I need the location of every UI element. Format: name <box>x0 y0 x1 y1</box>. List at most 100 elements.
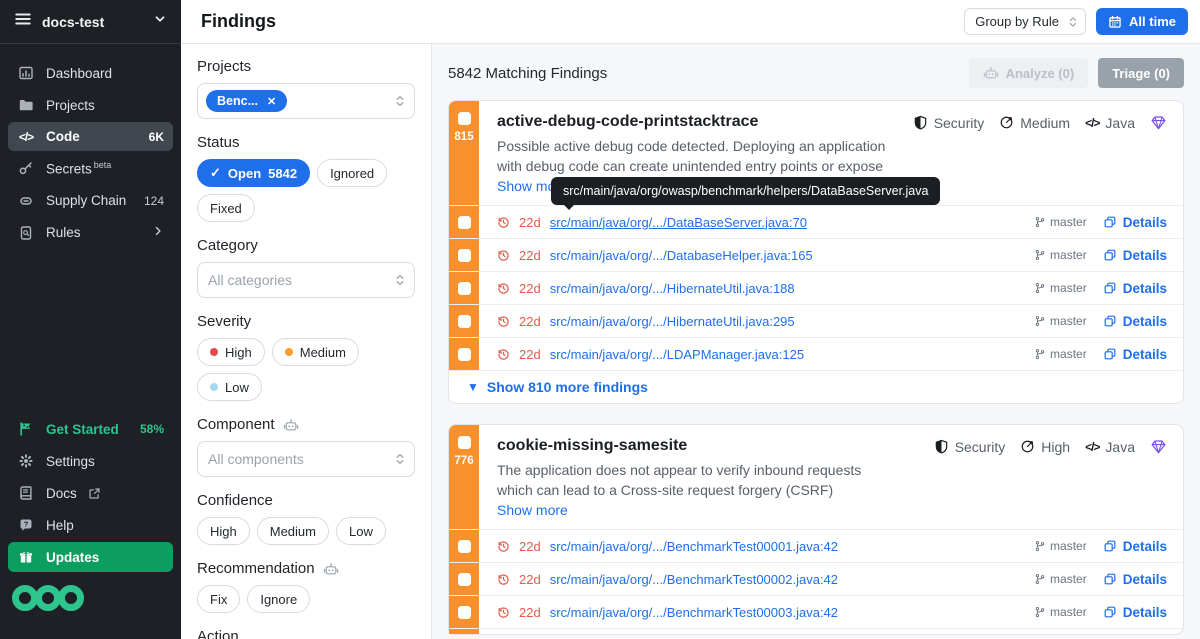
code-icon: </> <box>1085 116 1099 130</box>
show-more-findings[interactable]: ▼ Show 810 more findings <box>449 370 1183 403</box>
finding-path-link[interactable]: src/main/java/org/.../LDAPManager.java:1… <box>550 347 804 362</box>
finding-path-link[interactable]: src/main/java/org/.../BenchmarkTest00001… <box>550 539 838 554</box>
details-panel-icon <box>1103 539 1117 553</box>
confidence-high-pill[interactable]: High <box>197 517 250 545</box>
finding-path-link[interactable]: src/main/java/org/.../BenchmarkTest00002… <box>550 572 838 587</box>
medium-dot <box>285 348 293 356</box>
details-link[interactable]: Details <box>1103 572 1167 587</box>
finding-path-link[interactable]: src/main/java/org/.../BenchmarkTest00003… <box>550 605 838 620</box>
details-link[interactable]: Details <box>1103 314 1167 329</box>
gem-icon[interactable] <box>1150 114 1167 131</box>
sidebar-item-updates[interactable]: Updates <box>8 542 173 572</box>
details-link[interactable]: Details <box>1103 605 1167 620</box>
row-checkbox[interactable] <box>458 606 471 619</box>
confidence-low-pill[interactable]: Low <box>336 517 386 545</box>
finding-row: 22d src/main/java/org/.../HibernateUtil.… <box>449 271 1183 304</box>
finding-path-link[interactable]: src/main/java/org/.../HibernateUtil.java… <box>550 281 795 296</box>
severity-tag: High <box>1020 439 1070 455</box>
gem-icon[interactable] <box>1150 438 1167 455</box>
sidebar-item-help[interactable]: ? Help <box>8 510 173 540</box>
details-link[interactable]: Details <box>1103 347 1167 362</box>
sidebar-item-rules[interactable]: Rules <box>8 218 173 248</box>
findings-toolbar: 5842 Matching Findings Analyze (0) Triag… <box>448 58 1184 88</box>
status-fixed-pill[interactable]: Fixed <box>197 194 255 222</box>
component-select[interactable]: All components <box>197 441 415 477</box>
row-checkbox[interactable] <box>458 573 471 586</box>
sidebar-item-label: Docs <box>46 486 77 501</box>
filter-status: Status ✓ Open 5842 Ignored Fixed <box>197 134 415 222</box>
severity-low-pill[interactable]: Low <box>197 373 262 401</box>
status-open-pill[interactable]: ✓ Open 5842 <box>197 159 310 187</box>
org-name[interactable]: docs-test <box>42 14 104 30</box>
filter-heading: Action <box>197 628 415 639</box>
sidebar-item-dashboard[interactable]: Dashboard <box>8 58 173 88</box>
age-label: 22d <box>519 215 541 230</box>
severity-gauge-icon <box>1020 439 1035 454</box>
triage-button[interactable]: Triage (0) <box>1098 58 1184 88</box>
show-more-link[interactable]: Show more <box>497 500 568 521</box>
finding-card: 776 cookie-missing-samesite <box>448 424 1184 635</box>
sidebar-item-docs[interactable]: Docs <box>8 478 173 508</box>
hamburger-menu-icon[interactable] <box>14 10 32 33</box>
sidebar-item-code[interactable]: </> Code 6K <box>8 122 173 151</box>
row-checkbox[interactable] <box>458 348 471 361</box>
details-link[interactable]: Details <box>1103 248 1167 263</box>
all-time-button[interactable]: All time <box>1096 8 1188 35</box>
finding-path-link[interactable]: src/main/java/org/.../HibernateUtil.java… <box>550 314 795 329</box>
sidebar-item-get-started[interactable]: Get Started 58% <box>8 414 173 444</box>
supply-chain-count-badge: 124 <box>144 194 164 208</box>
details-link[interactable]: Details <box>1103 215 1167 230</box>
filter-heading: Category <box>197 237 415 254</box>
history-icon <box>497 315 510 328</box>
recommendation-fix-pill[interactable]: Fix <box>197 585 240 613</box>
project-chip[interactable]: Benc... ✕ <box>206 90 287 112</box>
confidence-medium-pill[interactable]: Medium <box>257 517 329 545</box>
status-ignored-pill[interactable]: Ignored <box>317 159 387 187</box>
analyze-button[interactable]: Analyze (0) <box>969 58 1089 88</box>
severity-medium-pill[interactable]: Medium <box>272 338 359 366</box>
all-time-label: All time <box>1129 14 1176 29</box>
findings-main: 5842 Matching Findings Analyze (0) Triag… <box>432 44 1200 639</box>
sidebar-item-settings[interactable]: Settings <box>8 446 173 476</box>
rule-title: active-debug-code-printstacktrace <box>497 113 758 131</box>
category-select[interactable]: All categories <box>197 262 415 298</box>
history-icon <box>497 249 510 262</box>
row-checkbox[interactable] <box>458 315 471 328</box>
recommendation-ignore-pill[interactable]: Ignore <box>247 585 310 613</box>
filters-panel: Projects Benc... ✕ Status <box>181 44 432 639</box>
group-by-select[interactable]: Group by Rule <box>964 8 1086 35</box>
finding-path-link[interactable]: src/main/java/org/.../DatabaseHelper.jav… <box>550 248 813 263</box>
chevron-down-icon[interactable] <box>153 12 167 31</box>
finding-row: 22d src/main/java/org/.../DataBaseServer… <box>449 205 1183 238</box>
filter-category: Category All categories <box>197 237 415 298</box>
sidebar-item-projects[interactable]: Projects <box>8 90 173 120</box>
sidebar-item-supply-chain[interactable]: Supply Chain 124 <box>8 186 173 216</box>
age-label: 22d <box>519 281 541 296</box>
sidebar-item-secrets[interactable]: Secretsbeta <box>8 153 173 184</box>
language-tag: </> Java <box>1085 439 1135 455</box>
code-icon: </> <box>17 130 35 144</box>
chip-remove-icon[interactable]: ✕ <box>267 95 276 108</box>
git-branch-icon <box>1034 606 1046 618</box>
details-link[interactable]: Details <box>1103 539 1167 554</box>
branch-label: master <box>1034 248 1087 262</box>
row-checkbox[interactable] <box>458 249 471 262</box>
severity-high-pill[interactable]: High <box>197 338 265 366</box>
book-icon <box>17 485 35 501</box>
row-checkbox[interactable] <box>458 282 471 295</box>
card-checkbox[interactable] <box>458 436 471 449</box>
row-checkbox[interactable] <box>458 540 471 553</box>
rules-doc-icon <box>17 225 35 241</box>
code-icon: </> <box>1085 440 1099 454</box>
history-icon <box>497 282 510 295</box>
card-checkbox[interactable] <box>458 112 471 125</box>
filter-severity: Severity High Medium Low <box>197 313 415 401</box>
check-icon: ✓ <box>210 165 221 181</box>
details-link[interactable]: Details <box>1103 281 1167 296</box>
row-checkbox[interactable] <box>458 216 471 229</box>
details-panel-icon <box>1103 248 1117 262</box>
finding-path-link[interactable]: src/main/java/org/.../DataBaseServer.jav… <box>550 215 807 230</box>
category-tag: Security <box>913 115 985 131</box>
projects-select[interactable]: Benc... ✕ <box>197 83 415 119</box>
gift-icon <box>17 549 35 565</box>
